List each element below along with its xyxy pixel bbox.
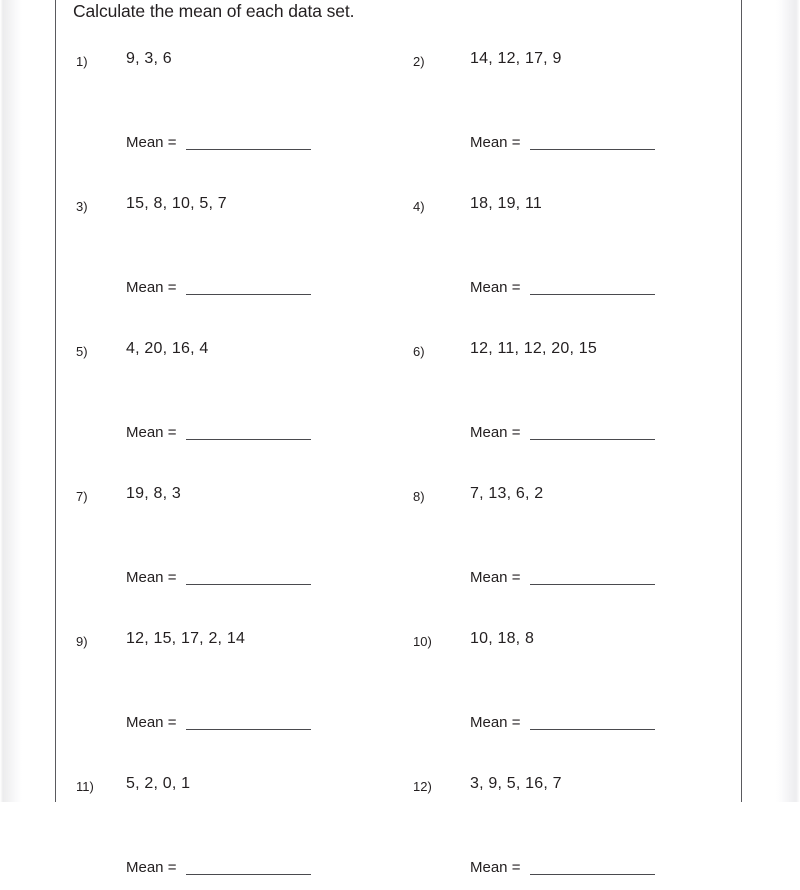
problem-10: 10) 10, 18, 8 Mean = — [400, 600, 760, 745]
problem-number: 4) — [413, 199, 425, 214]
mean-answer-group: Mean = — [470, 279, 656, 296]
mean-label: Mean = — [126, 859, 177, 876]
problem-row: 11) 5, 2, 0, 1 Mean = 12) 3, 9, 5, 16, 7… — [56, 745, 741, 890]
problem-1: 1) 9, 3, 6 Mean = — [56, 20, 416, 165]
mean-answer-blank[interactable] — [530, 716, 656, 730]
problem-data: 10, 18, 8 — [470, 630, 535, 647]
problem-7: 7) 19, 8, 3 Mean = — [56, 455, 416, 600]
problem-data: 19, 8, 3 — [126, 485, 181, 502]
problem-number: 7) — [76, 489, 88, 504]
problem-row: 9) 12, 15, 17, 2, 14 Mean = 10) 10, 18, … — [56, 600, 741, 745]
mean-answer-group: Mean = — [126, 859, 312, 876]
problem-11: 11) 5, 2, 0, 1 Mean = — [56, 745, 416, 890]
mean-answer-blank[interactable] — [530, 136, 656, 150]
problem-row: 1) 9, 3, 6 Mean = 2) 14, 12, 17, 9 Mean … — [56, 20, 741, 165]
page-left-edge-shadow — [0, 0, 22, 802]
problem-data: 4, 20, 16, 4 — [126, 340, 209, 357]
mean-label: Mean = — [470, 859, 521, 876]
mean-label: Mean = — [470, 279, 521, 296]
mean-label: Mean = — [126, 714, 177, 731]
problem-data: 12, 15, 17, 2, 14 — [126, 630, 246, 647]
problem-number: 5) — [76, 344, 88, 359]
mean-label: Mean = — [126, 279, 177, 296]
mean-label: Mean = — [470, 424, 521, 441]
problem-data: 18, 19, 11 — [470, 195, 542, 212]
mean-label: Mean = — [126, 569, 177, 586]
problem-data: 15, 8, 10, 5, 7 — [126, 195, 227, 212]
problem-number: 6) — [413, 344, 425, 359]
problem-data: 7, 13, 6, 2 — [470, 485, 544, 502]
mean-label: Mean = — [470, 569, 521, 586]
problem-number: 3) — [76, 199, 88, 214]
problem-number: 2) — [413, 54, 425, 69]
mean-answer-group: Mean = — [470, 569, 656, 586]
mean-answer-blank[interactable] — [186, 716, 312, 730]
mean-label: Mean = — [126, 134, 177, 151]
worksheet-page: Calculate the mean of each data set. 1) … — [0, 0, 800, 875]
mean-answer-blank[interactable] — [530, 571, 656, 585]
problem-data: 3, 9, 5, 16, 7 — [470, 775, 562, 792]
problem-number: 11) — [76, 779, 94, 794]
mean-answer-group: Mean = — [126, 424, 312, 441]
page-right-edge-shadow — [776, 0, 800, 802]
problem-number: 12) — [413, 779, 432, 794]
problem-12: 12) 3, 9, 5, 16, 7 Mean = — [400, 745, 760, 890]
mean-answer-group: Mean = — [126, 134, 312, 151]
problem-data: 14, 12, 17, 9 — [470, 50, 562, 67]
mean-answer-group: Mean = — [470, 424, 656, 441]
mean-answer-blank[interactable] — [186, 281, 312, 295]
problem-row: 7) 19, 8, 3 Mean = 8) 7, 13, 6, 2 Mean = — [56, 455, 741, 600]
problem-4: 4) 18, 19, 11 Mean = — [400, 165, 760, 310]
problem-data: 9, 3, 6 — [126, 50, 172, 67]
problem-8: 8) 7, 13, 6, 2 Mean = — [400, 455, 760, 600]
worksheet-title: Calculate the mean of each data set. — [73, 1, 355, 21]
problem-row: 5) 4, 20, 16, 4 Mean = 6) 12, 11, 12, 20… — [56, 310, 741, 455]
problem-number: 9) — [76, 634, 88, 649]
problem-2: 2) 14, 12, 17, 9 Mean = — [400, 20, 760, 165]
mean-label: Mean = — [470, 714, 521, 731]
problem-number: 10) — [413, 634, 432, 649]
worksheet-content: Calculate the mean of each data set. 1) … — [56, 0, 741, 875]
mean-answer-group: Mean = — [126, 714, 312, 731]
problem-row: 3) 15, 8, 10, 5, 7 Mean = 4) 18, 19, 11 … — [56, 165, 741, 310]
mean-answer-blank[interactable] — [530, 426, 656, 440]
mean-answer-blank[interactable] — [186, 861, 312, 875]
problem-9: 9) 12, 15, 17, 2, 14 Mean = — [56, 600, 416, 745]
mean-label: Mean = — [470, 134, 521, 151]
problem-number: 8) — [413, 489, 425, 504]
mean-answer-blank[interactable] — [530, 861, 656, 875]
problem-5: 5) 4, 20, 16, 4 Mean = — [56, 310, 416, 455]
problem-number: 1) — [76, 54, 88, 69]
mean-answer-group: Mean = — [126, 569, 312, 586]
mean-answer-group: Mean = — [470, 134, 656, 151]
mean-answer-group: Mean = — [470, 859, 656, 876]
mean-answer-blank[interactable] — [186, 571, 312, 585]
mean-answer-blank[interactable] — [186, 136, 312, 150]
mean-answer-blank[interactable] — [186, 426, 312, 440]
problem-6: 6) 12, 11, 12, 20, 15 Mean = — [400, 310, 760, 455]
problem-3: 3) 15, 8, 10, 5, 7 Mean = — [56, 165, 416, 310]
problem-data: 12, 11, 12, 20, 15 — [470, 340, 597, 357]
mean-answer-group: Mean = — [126, 279, 312, 296]
mean-label: Mean = — [126, 424, 177, 441]
mean-answer-blank[interactable] — [530, 281, 656, 295]
problem-data: 5, 2, 0, 1 — [126, 775, 191, 792]
mean-answer-group: Mean = — [470, 714, 656, 731]
